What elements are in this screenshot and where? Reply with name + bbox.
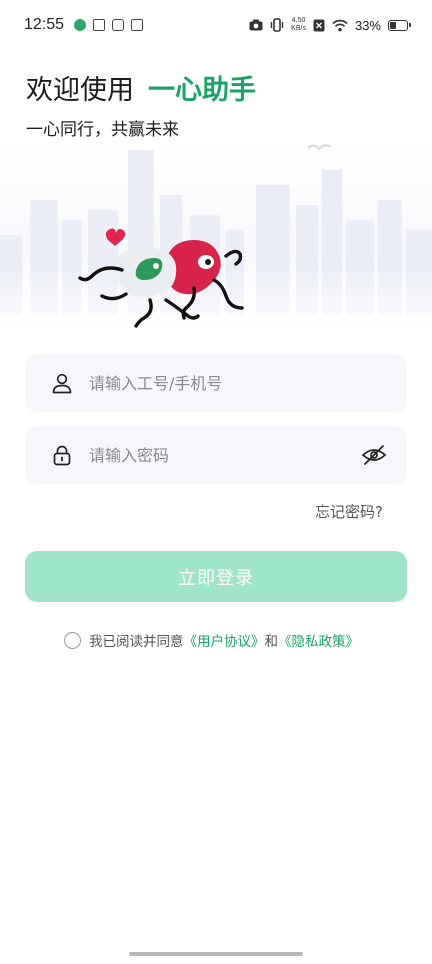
app-notification-icon bbox=[74, 19, 87, 31]
welcome-heading: 欢迎使用 一心助手 bbox=[26, 68, 256, 107]
welcome-prefix: 欢迎使用 bbox=[26, 75, 134, 106]
brand-name: 一心助手 bbox=[148, 75, 256, 106]
battery-icon bbox=[388, 19, 411, 31]
camera-icon bbox=[249, 19, 263, 31]
eye-off-icon[interactable] bbox=[361, 442, 387, 468]
status-time: 12:55 bbox=[24, 16, 65, 33]
username-input[interactable] bbox=[89, 373, 387, 393]
slogan: 一心同行，共赢未来 bbox=[26, 120, 179, 140]
battery-percent: 33% bbox=[354, 17, 381, 33]
home-indicator[interactable] bbox=[129, 952, 303, 956]
status-left: 12:55 bbox=[24, 16, 144, 34]
wifi-icon bbox=[332, 19, 348, 31]
password-field[interactable] bbox=[25, 426, 407, 484]
privacy-policy-link[interactable]: 《隐私政策》 bbox=[278, 630, 359, 650]
username-field[interactable] bbox=[25, 354, 407, 412]
sim-off-icon bbox=[313, 19, 325, 31]
net-speed-value: 4.50 bbox=[291, 17, 306, 24]
battery-fill bbox=[390, 21, 396, 29]
chart-notification-icon bbox=[131, 19, 144, 31]
login-button[interactable]: 立即登录 bbox=[25, 551, 407, 602]
status-bar: 12:55 4.50 KB/s 33% bbox=[0, 0, 432, 50]
net-speed: 4.50 KB/s bbox=[291, 17, 306, 33]
hero-illustration bbox=[0, 140, 432, 345]
user-agreement-link[interactable]: 《用户协议》 bbox=[184, 630, 265, 650]
vibrate-icon bbox=[270, 18, 284, 32]
forgot-password-link[interactable]: 忘记密码? bbox=[315, 501, 383, 522]
password-input[interactable] bbox=[89, 445, 353, 465]
user-icon bbox=[52, 373, 72, 394]
agree-checkbox[interactable] bbox=[64, 631, 81, 649]
net-speed-unit: KB/s bbox=[291, 25, 306, 32]
store-notification-icon bbox=[93, 19, 106, 31]
link-notification-icon bbox=[112, 19, 125, 31]
agreement-prefix: 我已阅读并同意 bbox=[89, 634, 184, 650]
lock-icon bbox=[53, 445, 71, 466]
agreement-row: 我已阅读并同意 《用户协议》 和 《隐私政策》 bbox=[64, 630, 359, 650]
status-right: 4.50 KB/s 33% bbox=[249, 17, 411, 33]
agreement-conjunction: 和 bbox=[264, 634, 279, 650]
